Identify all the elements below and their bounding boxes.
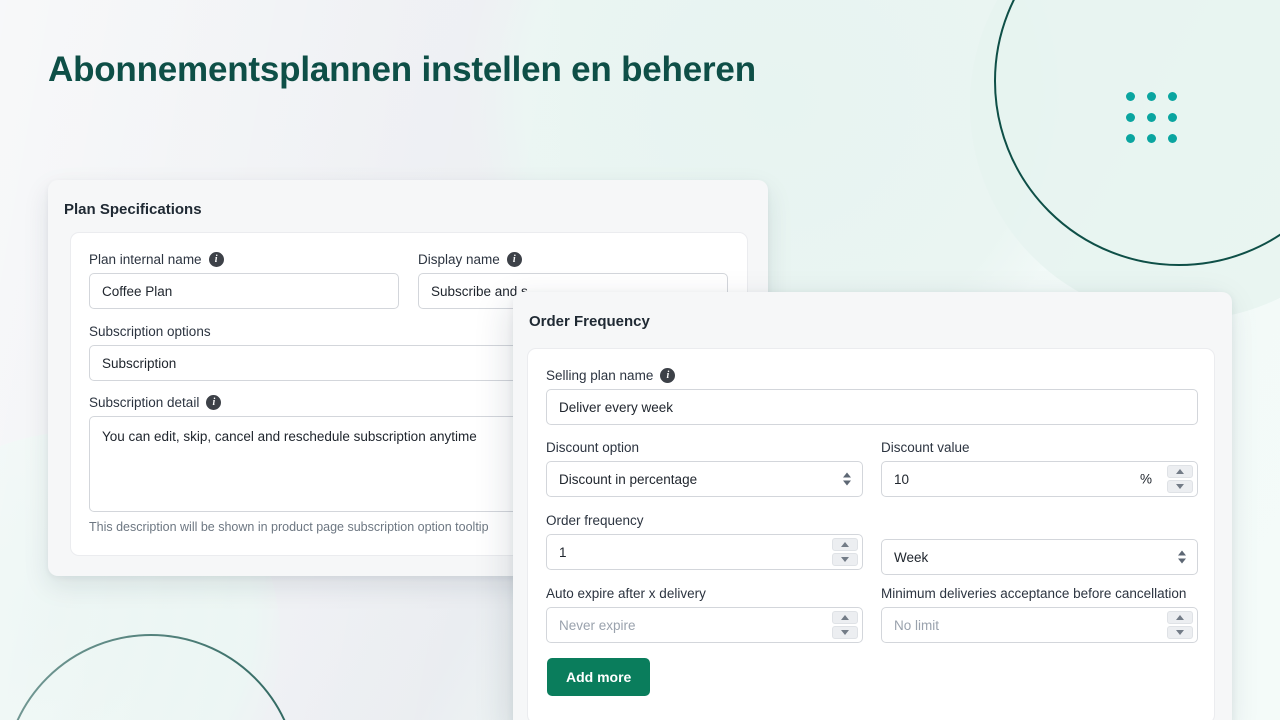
grid-dot xyxy=(1126,113,1135,122)
plan-internal-name-label-row: Plan internal name i xyxy=(89,252,399,267)
selling-plan-name-input[interactable]: Deliver every week xyxy=(546,389,1198,425)
dot-grid-decoration xyxy=(1126,92,1177,143)
discount-value-label: Discount value xyxy=(881,440,970,455)
field-minimum-deliveries: Minimum deliveries acceptance before can… xyxy=(881,586,1198,643)
field-auto-expire: Auto expire after x delivery Never expir… xyxy=(546,586,863,643)
discount-value-suffix: % xyxy=(1139,471,1152,487)
auto-expire-label-row: Auto expire after x delivery xyxy=(546,586,863,601)
add-more-button[interactable]: Add more xyxy=(547,658,651,696)
discount-option-label-row: Discount option xyxy=(546,440,863,455)
grid-dot xyxy=(1168,113,1177,122)
field-selling-plan-name: Selling plan name i Deliver every week xyxy=(546,368,1198,425)
order-frequency-label: Order frequency xyxy=(546,513,644,528)
order-frequency-unit-select[interactable]: Week xyxy=(881,539,1198,575)
chevron-updown-icon xyxy=(1178,550,1186,564)
auto-expire-stepper-wrap: Never expire xyxy=(546,607,863,643)
page-title: Abonnementsplannen instellen en beheren xyxy=(48,50,756,89)
stepper-decrement-button[interactable] xyxy=(1167,626,1193,639)
stepper-increment-button[interactable] xyxy=(832,538,858,551)
order-frequency-unit-value: Week xyxy=(894,549,929,565)
order-frequency-stepper-wrap: 1 xyxy=(546,534,863,570)
chevron-updown-icon xyxy=(843,472,851,486)
field-order-frequency-count: Order frequency 1 xyxy=(546,513,863,570)
minimum-deliveries-stepper-wrap: No limit xyxy=(881,607,1198,643)
selling-plan-name-label-row: Selling plan name i xyxy=(546,368,1198,383)
minimum-deliveries-stepper[interactable] xyxy=(1167,611,1193,639)
auto-expire-label: Auto expire after x delivery xyxy=(546,586,706,601)
auto-expire-stepper[interactable] xyxy=(832,611,858,639)
grid-dot xyxy=(1168,134,1177,143)
field-discount-option: Discount option Discount in percentage xyxy=(546,440,863,497)
display-name-label: Display name xyxy=(418,252,500,267)
plan-internal-name-input[interactable]: Coffee Plan xyxy=(89,273,399,309)
minimum-deliveries-label-row: Minimum deliveries acceptance before can… xyxy=(881,586,1198,601)
discount-value-stepper[interactable] xyxy=(1167,465,1193,493)
discount-value-label-row: Discount value xyxy=(881,440,1198,455)
stepper-decrement-button[interactable] xyxy=(832,553,858,566)
field-discount-value: Discount value 10 % xyxy=(881,440,1198,497)
grid-dot xyxy=(1147,134,1156,143)
stepper-increment-button[interactable] xyxy=(1167,611,1193,624)
field-plan-internal-name: Plan internal name i Coffee Plan xyxy=(89,252,399,309)
grid-dot xyxy=(1147,113,1156,122)
discount-value-stepper-wrap: 10 % xyxy=(881,461,1198,497)
discount-option-select[interactable]: Discount in percentage xyxy=(546,461,863,497)
order-frequency-card: Order Frequency Selling plan name i Deli… xyxy=(513,292,1232,720)
grid-dot xyxy=(1147,92,1156,101)
order-frequency-unit-label-spacer xyxy=(881,513,1198,533)
subscription-options-label: Subscription options xyxy=(89,324,211,339)
stepper-decrement-button[interactable] xyxy=(1167,480,1193,493)
stepper-increment-button[interactable] xyxy=(1167,465,1193,478)
plan-specifications-heading: Plan Specifications xyxy=(64,201,202,218)
subscription-detail-label: Subscription detail xyxy=(89,395,200,410)
order-frequency-count-input[interactable]: 1 xyxy=(546,534,863,570)
auto-expire-input[interactable]: Never expire xyxy=(546,607,863,643)
plan-internal-name-label: Plan internal name xyxy=(89,252,202,267)
minimum-deliveries-label: Minimum deliveries acceptance before can… xyxy=(881,586,1187,601)
selling-plan-name-label: Selling plan name xyxy=(546,368,654,383)
display-name-label-row: Display name i xyxy=(418,252,728,267)
info-icon[interactable]: i xyxy=(660,368,676,383)
order-frequency-label-row: Order frequency xyxy=(546,513,863,528)
grid-dot xyxy=(1168,92,1177,101)
grid-dot xyxy=(1126,134,1135,143)
info-icon[interactable]: i xyxy=(208,252,224,267)
discount-option-label: Discount option xyxy=(546,440,640,455)
order-frequency-inner-panel: Selling plan name i Deliver every week D… xyxy=(527,348,1215,720)
info-icon[interactable]: i xyxy=(506,252,522,267)
order-frequency-stepper[interactable] xyxy=(832,538,858,566)
field-order-frequency-unit: Week xyxy=(881,513,1198,575)
stepper-decrement-button[interactable] xyxy=(832,626,858,639)
stepper-increment-button[interactable] xyxy=(832,611,858,624)
info-icon[interactable]: i xyxy=(206,395,222,410)
minimum-deliveries-input[interactable]: No limit xyxy=(881,607,1198,643)
discount-option-value: Discount in percentage xyxy=(559,471,698,487)
order-frequency-heading: Order Frequency xyxy=(529,313,650,330)
grid-dot xyxy=(1126,92,1135,101)
